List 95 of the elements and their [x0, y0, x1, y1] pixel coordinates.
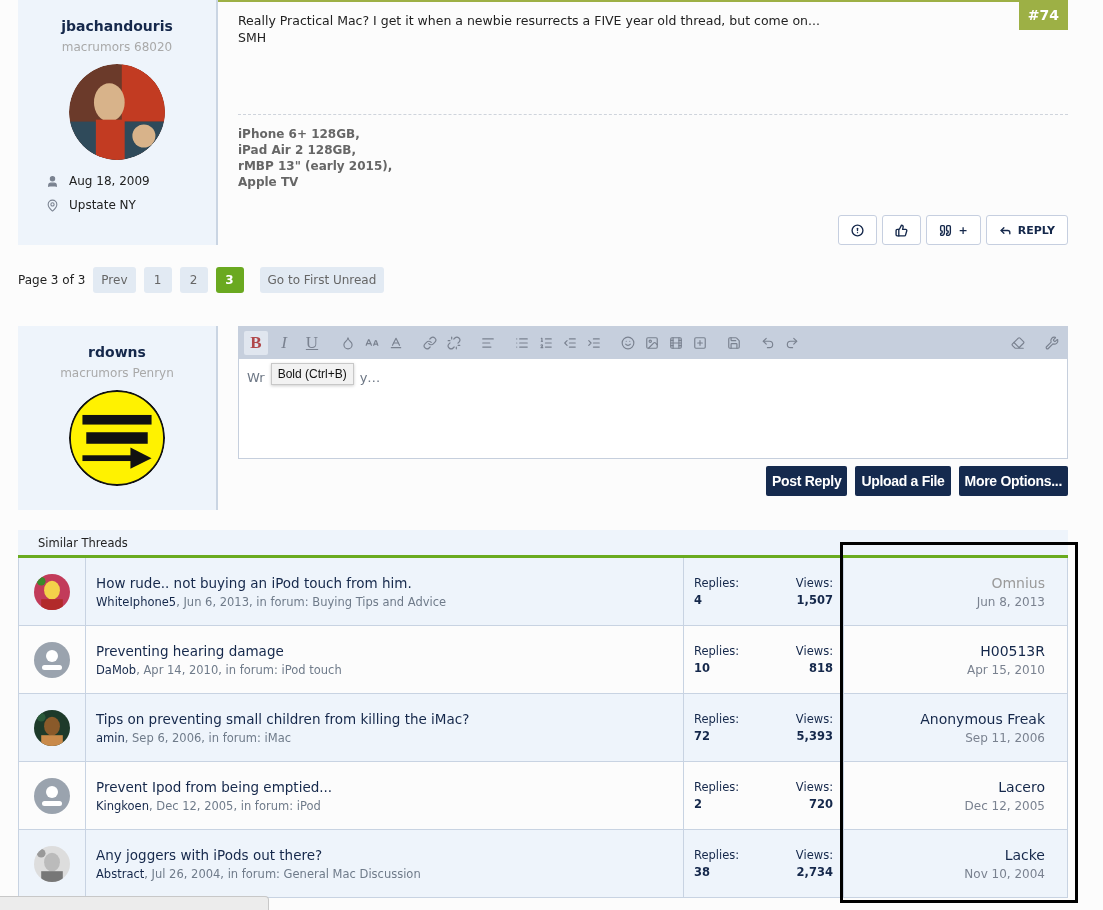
views-count: 5,393 [796, 729, 833, 743]
like-button[interactable] [882, 215, 922, 245]
last-poster[interactable]: Lacero [998, 778, 1045, 795]
replies-label: Replies: [694, 848, 740, 862]
thread-title[interactable]: How rude.. not buying an iPod touch from him. [96, 574, 683, 591]
last-post-date: Dec 12, 2005 [964, 798, 1045, 813]
form-button[interactable]: Upload a File [855, 466, 951, 496]
signature-line: rMBP 13" (early 2015), [238, 158, 394, 174]
signature-line: Apple TV [238, 174, 300, 190]
redo-icon[interactable] [785, 335, 799, 350]
views-label: Views: [795, 780, 833, 794]
settings-icon[interactable] [1045, 335, 1059, 350]
reply-field[interactable]: Wr Bold (Ctrl+B) y… [238, 359, 1068, 459]
views-label: Views: [795, 576, 833, 590]
alert-icon [851, 223, 865, 237]
save-icon[interactable] [727, 335, 741, 350]
starter-link[interactable]: Kingkoen [96, 798, 149, 813]
starter-link[interactable]: amin [96, 730, 125, 745]
page-button[interactable]: 2 [179, 267, 208, 293]
quote-icon [939, 223, 953, 237]
image-icon[interactable] [645, 335, 659, 350]
bullet-list-icon[interactable] [515, 335, 529, 350]
report-button[interactable] [838, 215, 878, 245]
thread-meta: WhiteIphone5, Jun 6, 2013, in forum: Buying Tips and Advice [96, 594, 448, 609]
quote-button[interactable]: + [926, 215, 981, 245]
username[interactable]: rdowns [88, 344, 146, 360]
reply-button[interactable]: REPLY [985, 215, 1068, 245]
replies-label: Replies: [694, 780, 740, 794]
page-summary: Page 3 of 3 [18, 273, 86, 287]
format-button[interactable]: B [244, 330, 268, 355]
last-post-date: Nov 10, 2004 [964, 866, 1045, 881]
views-label: Views: [795, 848, 833, 862]
last-post-date: Apr 15, 2010 [967, 662, 1045, 677]
user-rank: macrumors Penryn [60, 366, 174, 380]
first-unread-button[interactable]: Go to First Unread [259, 267, 385, 293]
user-location: Upstate NY [69, 198, 136, 212]
views-label: Views: [795, 644, 833, 658]
join-date: Aug 18, 2009 [69, 174, 150, 188]
replies-label: Replies: [694, 576, 740, 590]
starter-link[interactable]: WhiteIphone5 [96, 594, 177, 609]
thread-title[interactable]: Prevent Ipod from being emptied... [96, 778, 683, 795]
outdent-icon[interactable] [563, 335, 577, 350]
undo-icon[interactable] [761, 335, 775, 350]
signature-line: iPad Air 2 128GB, [238, 142, 358, 158]
thread-meta: amin, Sep 6, 2006, in forum: iMac [96, 730, 293, 745]
post-text: Really Practical Mac? I get it when a newbie resurrects a FIVE year old thread, but come on... [238, 12, 820, 29]
last-post-date: Jun 8, 2013 [976, 594, 1045, 609]
thread-title[interactable]: Preventing hearing damage [96, 642, 683, 659]
last-post-date: Sep 11, 2006 [965, 730, 1045, 745]
color-icon[interactable] [341, 335, 355, 350]
replies-count: 4 [694, 593, 702, 607]
form-button[interactable]: More Options... [958, 466, 1068, 496]
replies-count: 38 [694, 865, 710, 879]
plus-icon[interactable] [693, 335, 707, 350]
smiley-icon[interactable] [621, 335, 635, 350]
page-button[interactable]: 1 [143, 267, 172, 293]
align-left-icon[interactable] [481, 335, 495, 350]
views-count: 720 [809, 797, 833, 811]
replies-count: 2 [694, 797, 702, 811]
last-poster[interactable]: Anonymous Freak [920, 710, 1045, 727]
thread-title[interactable]: Any joggers with iPods out there? [96, 846, 683, 863]
unlink-icon[interactable] [447, 335, 461, 350]
replies-count: 72 [694, 729, 710, 743]
thread-title[interactable]: Tips on preventing small children from killing the iMac? [96, 710, 683, 727]
thumbs-up-icon [895, 223, 909, 237]
map-pin-icon [46, 198, 59, 212]
signature-line: iPhone 6+ 128GB, [238, 126, 361, 142]
last-poster[interactable]: H00513R [980, 642, 1045, 659]
placeholder-text: y… [359, 369, 381, 385]
views-label: Views: [795, 712, 833, 726]
numbered-list-icon[interactable] [539, 335, 553, 350]
last-poster[interactable]: Lacke [1004, 846, 1045, 863]
placeholder-text: Wr [247, 369, 265, 385]
views-count: 1,507 [796, 593, 833, 607]
section-title: Similar Threads [38, 535, 128, 550]
film-icon[interactable] [669, 335, 683, 350]
replies-label: Replies: [694, 712, 740, 726]
username[interactable]: jbachandouris [61, 18, 173, 34]
user-icon [46, 174, 59, 188]
prev-button[interactable]: Prev [93, 267, 136, 293]
thread-meta: Abstract, Jul 26, 2004, in forum: General Mac Discussion [96, 866, 422, 881]
indent-icon[interactable] [587, 335, 601, 350]
user-rank: macrumors 68020 [61, 40, 173, 54]
thread-meta: Kingkoen, Dec 12, 2005, in forum: iPod [96, 798, 322, 813]
views-count: 818 [809, 661, 833, 675]
form-button[interactable]: Post Reply [766, 466, 848, 496]
font-icon[interactable] [389, 335, 403, 350]
post-text: SMH [238, 29, 267, 46]
link-icon[interactable] [423, 335, 437, 350]
eraser-icon[interactable] [1011, 335, 1025, 350]
thread-meta: DaMob, Apr 14, 2010, in forum: iPod touch [96, 662, 343, 677]
replies-count: 10 [694, 661, 710, 675]
tooltip: Bold (Ctrl+B) [270, 363, 354, 385]
replies-label: Replies: [694, 644, 740, 658]
views-count: 2,734 [796, 865, 833, 879]
